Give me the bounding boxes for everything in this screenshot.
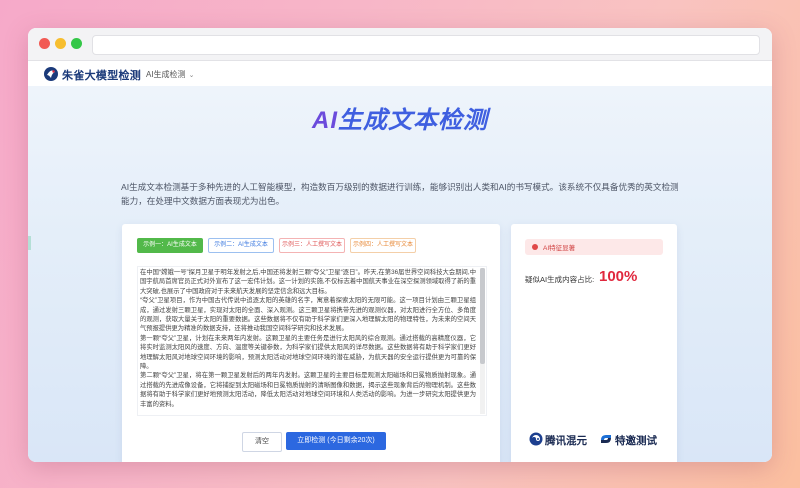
page-title: AI生成文本检测 <box>28 100 772 135</box>
hunyuan-logo-icon <box>529 432 543 446</box>
address-bar[interactable] <box>92 35 760 55</box>
page-description: AI生成文本检测基于多种先进的人工智能模型，构造数百万级别的数据进行训练，能够识… <box>121 182 679 206</box>
article-paragraph: 在中国“嫦娥一号”探月卫星于明年发射之后,中国还将发射三颗“夸父”卫星“逐日”。… <box>140 269 476 295</box>
main-content: AI生成文本检测 AI生成文本检测基于多种先进的人工智能模型，构造数百万级别的数… <box>28 86 772 462</box>
nav-ai-detection-menu[interactable]: AI生成检测 ⌄ <box>146 69 194 80</box>
tab-example-1[interactable]: 示例一：AI生成文本 <box>137 238 203 253</box>
logo-text[interactable]: 朱雀大模型检测 <box>62 67 141 83</box>
maximize-window-button[interactable] <box>71 38 82 49</box>
result-status-badge: AI特征显著 <box>525 239 663 255</box>
article-text: 在中国“嫦娥一号”探月卫星于明年发射之后,中国还将发射三颗“夸父”卫星“逐日”。… <box>138 267 486 409</box>
nav-ai-detection-label: AI生成检测 <box>146 70 186 79</box>
detect-button[interactable]: 立即检测 (今日剩余20次) <box>286 432 386 450</box>
zhuque-logo-icon[interactable] <box>43 66 59 82</box>
tab-example-3[interactable]: 示例三：人工撰写文本 <box>279 238 345 253</box>
site-header: 朱雀大模型检测 AI生成检测 ⌄ <box>28 61 772 88</box>
chevron-down-icon: ⌄ <box>188 72 195 79</box>
tab-example-2[interactable]: 示例二：AI生成文本 <box>208 238 274 253</box>
input-card: 示例一：AI生成文本 示例二：AI生成文本 示例三：人工撰写文本 示例四：人工撰… <box>122 224 500 462</box>
ai-ratio-label: 疑似AI生成内容占比: <box>525 275 595 284</box>
page-title-rest: 生成文本检测 <box>338 107 488 134</box>
browser-window: 朱雀大模型检测 AI生成检测 ⌄ AI生成文本检测 AI生成文本检测基于多种先进的… <box>28 28 772 462</box>
tab-example-4[interactable]: 示例四：人工撰写文本 <box>350 238 416 253</box>
article-paragraph: 第二颗“夸父”卫星，将在第一颗卫星发射后的两年内发射。这颗卫星的主要目标是观测太… <box>140 372 476 408</box>
page-title-ai: AI <box>312 107 338 134</box>
scrollbar-thumb[interactable] <box>480 268 485 364</box>
text-scrollbar[interactable] <box>480 268 485 414</box>
invited-test-logo-icon <box>601 435 611 443</box>
result-status-text: AI特征显著 <box>543 245 576 252</box>
hunyuan-brand-text: 腾讯混元 <box>545 435 587 447</box>
side-decoration <box>28 236 31 250</box>
invited-test-brand-text: 特邀测试 <box>615 435 657 447</box>
text-input-area[interactable]: 在中国“嫦娥一号”探月卫星于明年发射之后,中国还将发射三颗“夸父”卫星“逐日”。… <box>137 266 487 416</box>
article-paragraph: “夸父”卫星项目，作为中国古代传说中追逐太阳的英雄的名字，寓意着探索太阳的无限可… <box>140 297 476 333</box>
article-paragraph: 第一颗“夸父”卫星，计划在未来两年内发射。这颗卫星的主要任务是进行太阳风的综合观… <box>140 334 476 371</box>
minimize-window-button[interactable] <box>55 38 66 49</box>
alert-dot-icon <box>532 244 538 250</box>
clear-button[interactable]: 清空 <box>242 432 282 452</box>
close-window-button[interactable] <box>39 38 50 49</box>
browser-chrome <box>28 28 772 61</box>
ai-ratio-value: 100% <box>599 268 638 285</box>
result-card: AI特征显著 疑似AI生成内容占比: 100% 腾讯混元 特邀测试 <box>511 224 677 462</box>
